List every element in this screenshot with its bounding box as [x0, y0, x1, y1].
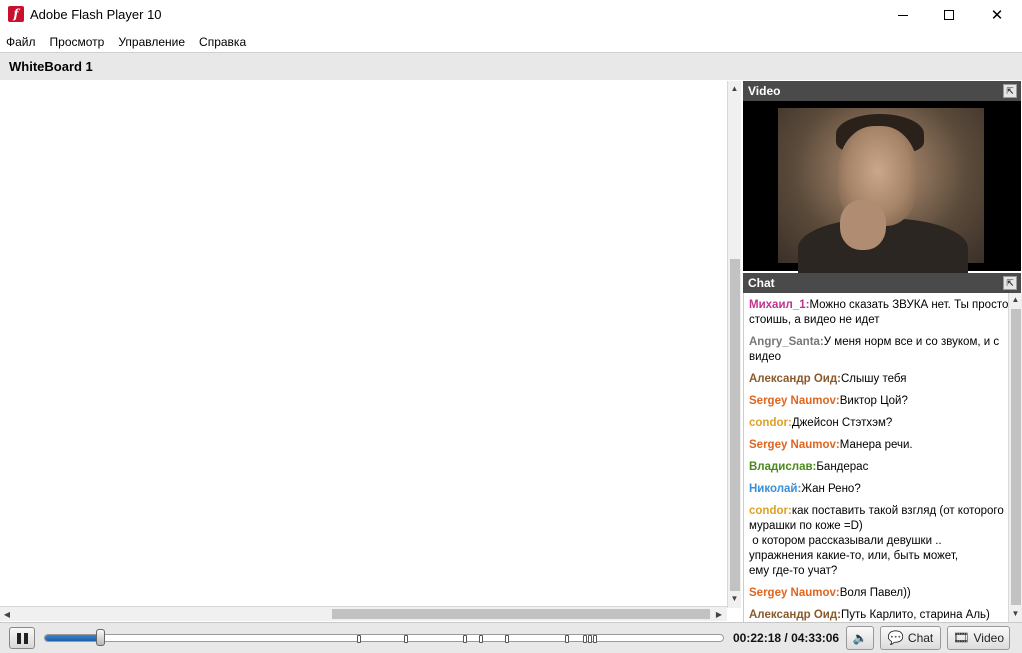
webcam-video-frame: [778, 108, 984, 278]
chat-message: Sergey Naumov:Манера речи.: [749, 438, 1011, 453]
current-time: 00:22:18: [733, 631, 782, 645]
chat-message-nick[interactable]: Angry_Santa:: [749, 336, 824, 348]
speech-bubble-icon: 💬: [887, 630, 904, 645]
whiteboard-header: WhiteBoard 1: [0, 52, 1022, 80]
chat-message-nick[interactable]: Михаил_1:: [749, 299, 809, 311]
menu-view[interactable]: Просмотр: [50, 35, 105, 49]
chat-message-nick[interactable]: Sergey Naumov:: [749, 395, 840, 407]
chat-message-text: Воля Павел)): [839, 587, 911, 599]
scroll-down-arrow-icon[interactable]: ▼: [728, 591, 741, 607]
whiteboard-vscroll-thumb[interactable]: [730, 259, 740, 591]
scroll-up-arrow-icon[interactable]: ▲: [728, 81, 741, 97]
chat-panel-header: Chat ⇱: [743, 273, 1021, 293]
menu-file[interactable]: Файл: [6, 35, 36, 49]
playback-progress-fill: [45, 635, 101, 641]
video-panel-title: Video: [748, 84, 781, 98]
speaker-icon: 🔈: [852, 631, 868, 645]
chat-message-nick[interactable]: Николай:: [749, 483, 801, 495]
chat-message-nick[interactable]: Sergey Naumov:: [749, 587, 840, 599]
video-expand-icon[interactable]: ⇱: [1003, 84, 1017, 98]
chat-message-nick[interactable]: condor:: [749, 505, 792, 517]
chat-panel-title: Chat: [748, 276, 775, 290]
playback-progress-track[interactable]: [44, 634, 724, 642]
chat-message: Angry_Santa:У меня норм все и со звуком,…: [749, 335, 1011, 365]
total-time: 04:33:06: [791, 631, 840, 645]
pause-button[interactable]: [9, 627, 35, 649]
chat-message-nick[interactable]: Александр Оид:: [749, 609, 841, 621]
video-area: [743, 101, 1021, 278]
timeline-marker[interactable]: [583, 635, 587, 643]
menu-control[interactable]: Управление: [118, 35, 185, 49]
video-panel-header: Video ⇱: [743, 81, 1021, 101]
maximize-button[interactable]: [926, 0, 972, 30]
maximize-icon: [944, 10, 954, 20]
timeline-marker[interactable]: [404, 635, 408, 643]
close-button[interactable]: ✕: [974, 0, 1020, 30]
chat-message: condor:как поставить такой взгляд (от ко…: [749, 504, 1011, 579]
whiteboard-title: WhiteBoard 1: [9, 59, 93, 74]
flash-app-icon: f: [8, 6, 24, 22]
timeline-marker[interactable]: [588, 635, 592, 643]
timeline-marker[interactable]: [505, 635, 509, 643]
volume-button[interactable]: 🔈: [846, 626, 874, 650]
chat-scroll-up-arrow-icon[interactable]: ▲: [1009, 293, 1022, 307]
chat-message-nick[interactable]: condor:: [749, 417, 792, 429]
scroll-left-arrow-icon[interactable]: ◀: [0, 607, 14, 622]
timeline-marker[interactable]: [565, 635, 569, 643]
chat-message: Sergey Naumov:Виктор Цой?: [749, 394, 1011, 409]
chat-toggle-label: Chat: [907, 631, 934, 645]
whiteboard-canvas[interactable]: [0, 81, 727, 608]
whiteboard-horizontal-scrollbar[interactable]: ◀ ▶: [0, 606, 727, 621]
whiteboard-vertical-scrollbar[interactable]: ▲ ▼: [727, 81, 741, 608]
time-separator: /: [781, 631, 792, 645]
chat-scroll-down-arrow-icon[interactable]: ▼: [1009, 607, 1022, 621]
chat-scrollbar[interactable]: ▲ ▼: [1008, 293, 1022, 622]
minimize-icon: [898, 14, 908, 16]
chat-message-nick[interactable]: Sergey Naumov:: [749, 439, 840, 451]
scroll-right-arrow-icon[interactable]: ▶: [712, 607, 726, 622]
chat-message-text: Манера речи.: [839, 439, 913, 451]
timeline-marker[interactable]: [357, 635, 361, 643]
menu-bar: Файл Просмотр Управление Справка: [0, 32, 1022, 52]
film-icon: 🎞: [953, 630, 970, 645]
playback-scrubber-handle[interactable]: [95, 629, 105, 646]
chat-scroll-thumb[interactable]: [1011, 309, 1021, 605]
chat-toggle-button[interactable]: 💬 Chat: [880, 626, 941, 650]
timeline-marker[interactable]: [593, 635, 597, 643]
timeline-marker[interactable]: [479, 635, 483, 643]
chat-message-text: Слышу тебя: [841, 373, 907, 385]
chat-message: Александр Оид:Путь Карлито, старина Аль): [749, 608, 1011, 622]
video-toggle-button[interactable]: 🎞 Video: [947, 626, 1010, 650]
timeline-marker[interactable]: [463, 635, 467, 643]
chat-message-text: Джейсон Стэтхэм?: [791, 417, 893, 429]
chat-message-area: Михаил_1:Можно сказать ЗВУКА нет. Ты про…: [743, 293, 1021, 622]
chat-message-nick[interactable]: Александр Оид:: [749, 373, 841, 385]
chat-message: Sergey Naumov:Воля Павел)): [749, 586, 1011, 601]
chat-message: Николай:Жан Рено?: [749, 482, 1011, 497]
chat-message: condor:Джейсон Стэтхэм?: [749, 416, 1011, 431]
menu-help[interactable]: Справка: [199, 35, 246, 49]
video-toggle-label: Video: [973, 631, 1004, 645]
minimize-button[interactable]: [880, 0, 926, 30]
chat-message: Александр Оид:Слышу тебя: [749, 372, 1011, 387]
window-title: Adobe Flash Player 10: [30, 7, 162, 22]
whiteboard-hscroll-thumb[interactable]: [332, 609, 710, 619]
chat-message-nick[interactable]: Владислав:: [749, 461, 816, 473]
chat-message-text: Бандерас: [816, 461, 869, 473]
title-bar: f Adobe Flash Player 10 ✕: [0, 0, 1022, 30]
player-control-bar: 00:22:18 / 04:33:06 🔈 💬 Chat 🎞 Video: [0, 622, 1022, 653]
video-person-hand: [840, 200, 886, 250]
chat-message-text: Путь Карлито, старина Аль): [841, 609, 990, 621]
chat-message-text: Жан Рено?: [801, 483, 861, 495]
chat-message: Михаил_1:Можно сказать ЗВУКА нет. Ты про…: [749, 298, 1011, 328]
chat-message-text: Виктор Цой?: [839, 395, 908, 407]
close-icon: ✕: [990, 7, 1004, 24]
chat-message-list: Михаил_1:Можно сказать ЗВУКА нет. Ты про…: [749, 298, 1011, 622]
chat-message: Владислав:Бандерас: [749, 460, 1011, 475]
chat-expand-icon[interactable]: ⇱: [1003, 276, 1017, 290]
time-readout: 00:22:18 / 04:33:06: [733, 631, 839, 645]
